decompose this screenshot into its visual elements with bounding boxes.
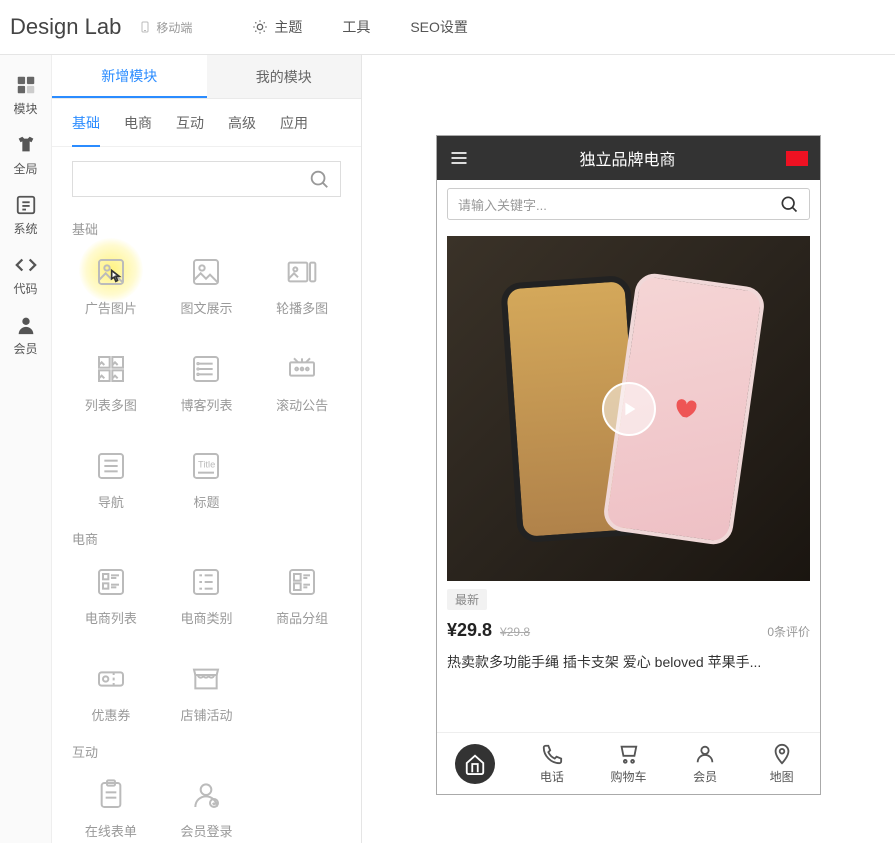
preview-tabbar: 电话 购物车 会员 地图: [437, 732, 820, 794]
cat-app[interactable]: 应用: [280, 113, 308, 146]
product-title: 热卖款多功能手绳 插卡支架 爱心 beloved 苹果手...: [447, 653, 810, 673]
preview-header: 独立品牌电商: [437, 136, 820, 180]
rail-code[interactable]: 代码: [0, 245, 51, 305]
review-count: 0条评价: [767, 623, 810, 640]
list-box-icon: [15, 194, 37, 216]
phone-icon: [139, 20, 151, 34]
section-interact: 互动: [72, 734, 341, 779]
ecom-list-icon: [95, 566, 127, 598]
member-icon: [694, 743, 716, 765]
module-scroll-notice[interactable]: 滚动公告: [263, 353, 341, 414]
panel-tabs: 新增模块 我的模块: [52, 55, 361, 99]
module-list[interactable]: 基础 广告图片 图文展示 轮播多图 列表多图: [52, 211, 361, 843]
product-price-old: ¥29.8: [500, 625, 530, 639]
module-online-form[interactable]: 在线表单: [72, 779, 150, 840]
topnav-theme[interactable]: 主题: [232, 0, 322, 55]
cat-advanced[interactable]: 高级: [228, 113, 256, 146]
login-icon: [190, 779, 222, 811]
tabbar-map[interactable]: 地图: [743, 733, 820, 794]
form-icon: [95, 779, 127, 811]
preview-search[interactable]: 请输入关键字...: [447, 188, 810, 220]
module-shop-activity[interactable]: 店铺活动: [168, 663, 246, 724]
search-input[interactable]: [83, 172, 308, 187]
cat-ecom[interactable]: 电商: [124, 113, 152, 146]
tabbar-cart[interactable]: 购物车: [590, 733, 667, 794]
tabbar-home[interactable]: [437, 733, 514, 794]
app-logo: Design Lab: [10, 14, 131, 40]
cat-basic[interactable]: 基础: [72, 113, 100, 147]
flag-icon[interactable]: [786, 151, 808, 166]
topnav-seo[interactable]: SEO设置: [390, 0, 488, 55]
phone-call-icon: [541, 743, 563, 765]
rail-member[interactable]: 会员: [0, 305, 51, 365]
module-ad-image[interactable]: 广告图片: [72, 256, 150, 317]
ecom-cat-icon: [190, 566, 222, 598]
nav-icon: [95, 450, 127, 482]
shop-icon: [190, 663, 222, 695]
tab-add-module[interactable]: 新增模块: [52, 55, 207, 98]
prod-group-icon: [286, 566, 318, 598]
category-tabs: 基础 电商 互动 高级 应用: [52, 99, 361, 147]
search-icon: [779, 194, 799, 214]
sun-icon: [252, 19, 268, 35]
module-member-login[interactable]: 会员登录: [168, 779, 246, 840]
map-pin-icon: [771, 743, 793, 765]
grid-icon: [15, 74, 37, 96]
rail-global[interactable]: 全局: [0, 125, 51, 185]
module-product-group[interactable]: 商品分组: [263, 566, 341, 627]
home-icon: [464, 753, 486, 775]
module-ecom-list[interactable]: 电商列表: [72, 566, 150, 627]
play-icon: [618, 398, 640, 420]
notice-icon: [286, 353, 318, 385]
module-blog-list[interactable]: 博客列表: [168, 353, 246, 414]
title-icon: Title: [190, 450, 222, 482]
module-text-image[interactable]: 图文展示: [168, 256, 246, 317]
code-icon: [15, 254, 37, 276]
module-carousel[interactable]: 轮播多图: [263, 256, 341, 317]
left-rail: 模块 全局 系统 代码 会员: [0, 55, 52, 843]
topbar: Design Lab 移动端 主题 工具 SEO设置: [0, 0, 895, 55]
svg-text:Title: Title: [198, 459, 215, 469]
preview-canvas: 独立品牌电商 请输入关键字...: [362, 55, 895, 843]
heart-icon: [667, 392, 701, 426]
coupon-icon: [95, 663, 127, 695]
image-icon: [190, 256, 222, 288]
preview-body: 最新 ¥29.8 ¥29.8 0条评价 热卖款多功能手绳 插卡支架 爱心 bel…: [437, 228, 820, 732]
carousel-icon: [286, 256, 318, 288]
top-nav: 主题 工具 SEO设置: [232, 0, 488, 55]
rail-modules[interactable]: 模块: [0, 65, 51, 125]
list-icon: [190, 353, 222, 385]
module-list-images[interactable]: 列表多图: [72, 353, 150, 414]
cart-icon: [617, 743, 639, 765]
shirt-icon: [15, 134, 37, 156]
phone-preview: 独立品牌电商 请输入关键字...: [436, 135, 821, 795]
user-icon: [15, 314, 37, 336]
product-image[interactable]: [447, 236, 810, 581]
module-search[interactable]: [72, 161, 341, 197]
module-coupon[interactable]: 优惠券: [72, 663, 150, 724]
cat-interact[interactable]: 互动: [176, 113, 204, 146]
search-placeholder: 请输入关键字...: [458, 195, 779, 214]
grid-images-icon: [95, 353, 127, 385]
play-button[interactable]: [602, 382, 656, 436]
module-panel: 新增模块 我的模块 基础 电商 互动 高级 应用 基础 广告图片: [52, 55, 362, 843]
module-ecom-category[interactable]: 电商类别: [168, 566, 246, 627]
module-nav[interactable]: 导航: [72, 450, 150, 511]
search-icon: [308, 168, 330, 190]
tab-my-modules[interactable]: 我的模块: [207, 55, 362, 98]
cursor-icon: [105, 268, 125, 288]
product-price: ¥29.8: [447, 620, 492, 641]
mobile-label: 移动端: [139, 19, 192, 36]
new-badge: 最新: [447, 589, 487, 610]
tabbar-phone[interactable]: 电话: [514, 733, 591, 794]
site-title: 独立品牌电商: [469, 146, 786, 170]
topnav-tools[interactable]: 工具: [322, 0, 390, 55]
menu-icon[interactable]: [449, 148, 469, 168]
rail-system[interactable]: 系统: [0, 185, 51, 245]
tabbar-member[interactable]: 会员: [667, 733, 744, 794]
section-ecom: 电商: [72, 521, 341, 566]
module-title[interactable]: Title 标题: [168, 450, 246, 511]
